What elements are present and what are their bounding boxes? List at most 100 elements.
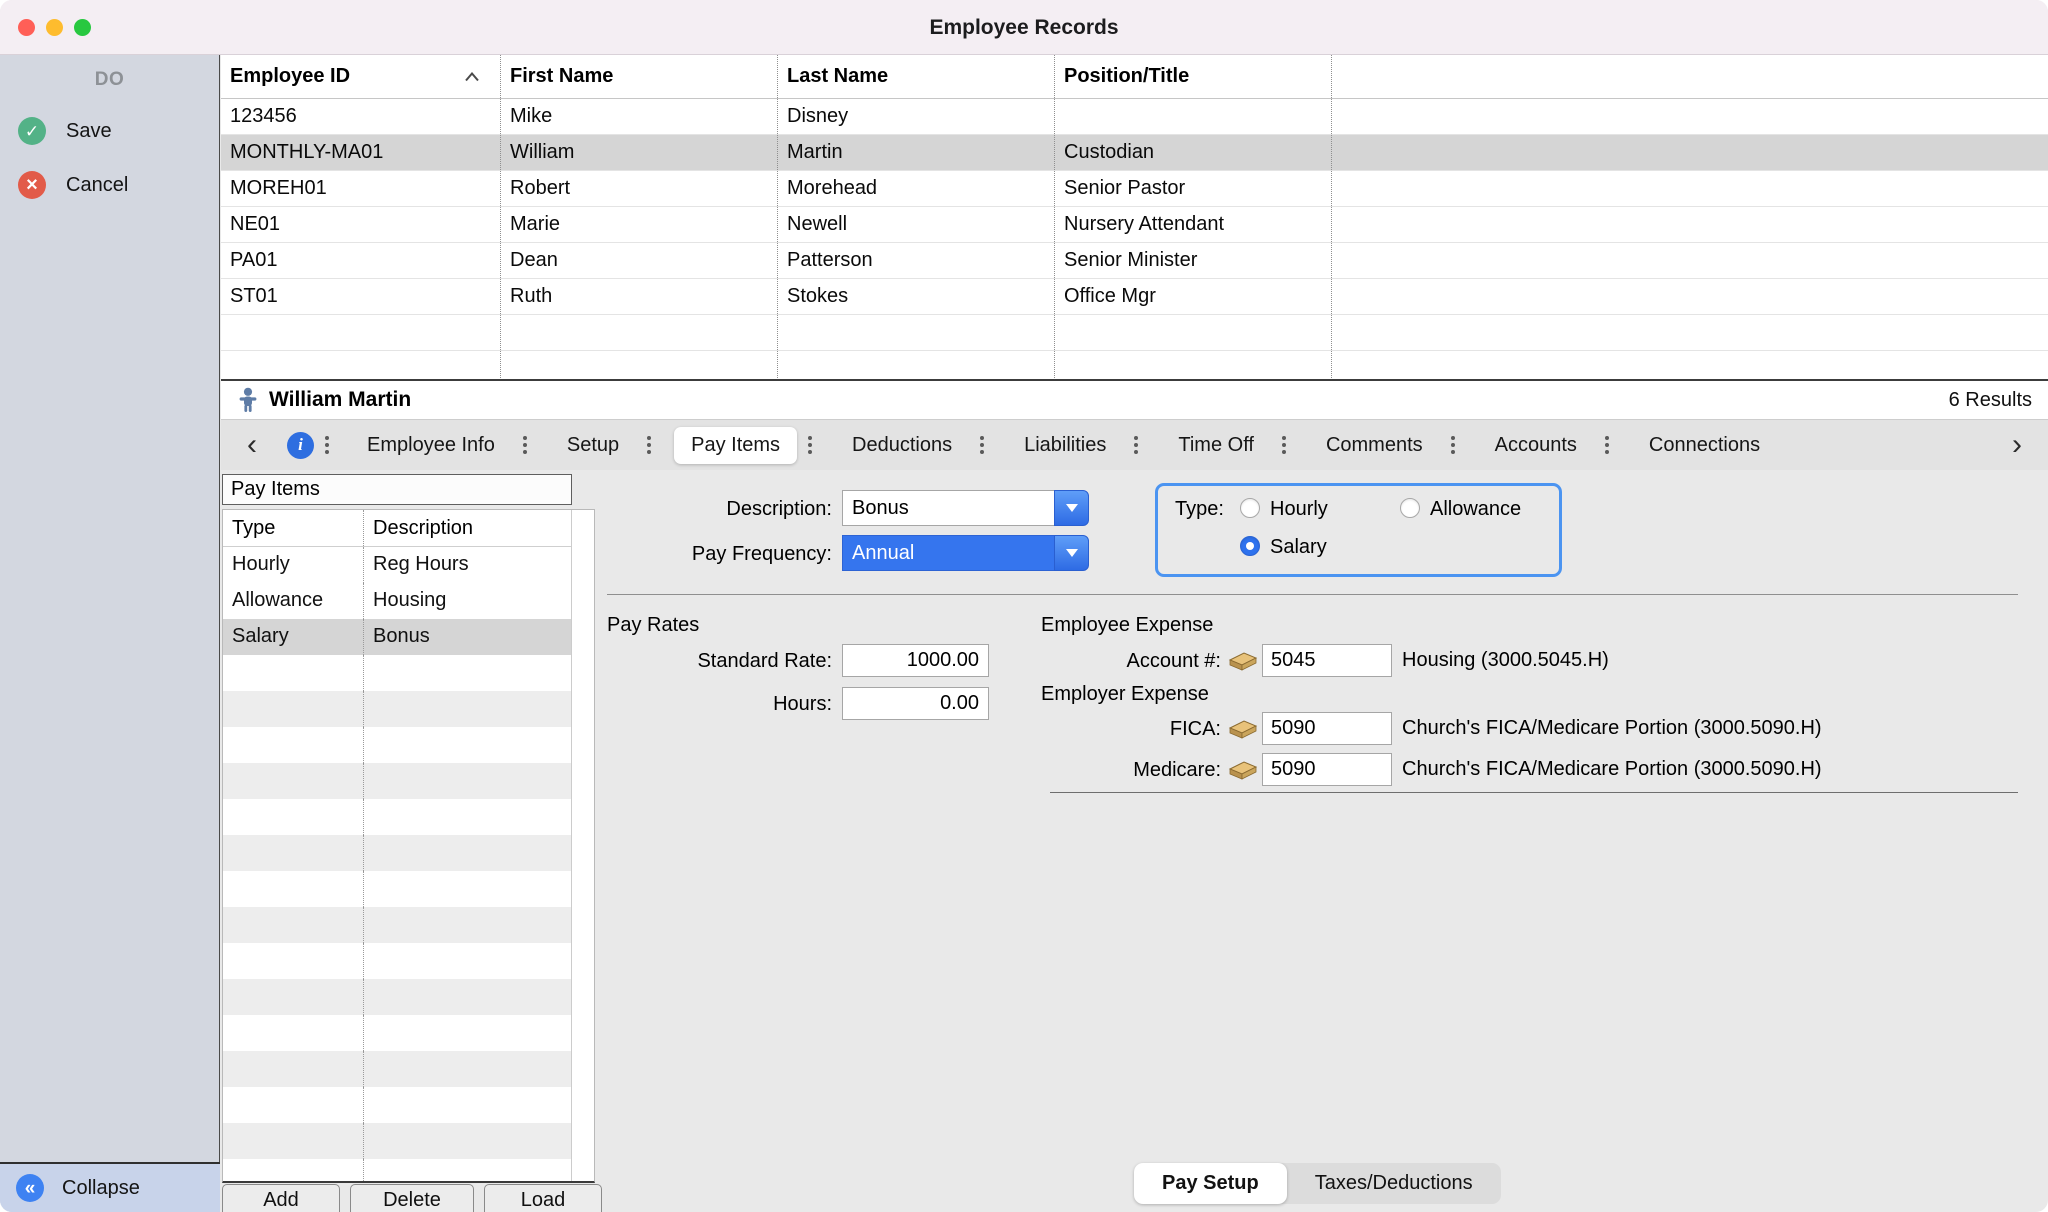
column-header-type[interactable]: Type (223, 510, 364, 546)
pay-items-scrollbar[interactable] (571, 510, 594, 1182)
pay-item-description-cell[interactable]: Housing (364, 583, 572, 619)
employee-cell[interactable]: Martin (778, 135, 1055, 170)
tab-deductions[interactable]: Deductions (835, 427, 995, 464)
delete-button[interactable]: Delete (350, 1184, 474, 1212)
column-header-last-name[interactable]: Last Name (778, 55, 1055, 98)
tab-comments[interactable]: Comments (1309, 427, 1466, 464)
standard-rate-input[interactable]: 1000.00 (842, 644, 989, 677)
employee-cell[interactable]: 123456 (221, 99, 501, 134)
tab-label[interactable]: Deductions (835, 427, 969, 464)
radio-salary[interactable] (1240, 536, 1260, 556)
tab-overflow-icon[interactable] (636, 443, 662, 447)
pay-frequency-combobox[interactable]: Annual (842, 535, 1055, 571)
tab-label[interactable]: Comments (1309, 427, 1440, 464)
save-button[interactable]: ✓ Save (0, 117, 219, 145)
employee-cell[interactable]: MOREH01 (221, 171, 501, 206)
tab-overflow-icon[interactable] (1440, 443, 1466, 447)
employee-cell[interactable]: MONTHLY-MA01 (221, 135, 501, 170)
employee-cell[interactable]: Senior Minister (1055, 243, 1332, 278)
column-header-position-title[interactable]: Position/Title (1055, 55, 1332, 98)
radio-allowance-label[interactable]: Allowance (1430, 494, 1521, 524)
employee-cell[interactable]: ST01 (221, 279, 501, 314)
tab-overflow-icon[interactable] (314, 443, 340, 447)
employee-cell[interactable]: Mike (501, 99, 778, 134)
radio-salary-label[interactable]: Salary (1270, 532, 1327, 562)
employee-cell[interactable]: Patterson (778, 243, 1055, 278)
description-combobox[interactable]: Bonus (842, 490, 1055, 526)
employee-row[interactable]: PA01DeanPattersonSenior Minister (221, 243, 2048, 279)
fica-lookup-icon[interactable] (1228, 718, 1258, 742)
employee-row[interactable]: 123456MikeDisney (221, 99, 2048, 135)
info-icon[interactable]: i (287, 432, 314, 459)
employee-cell[interactable]: Stokes (778, 279, 1055, 314)
description-combo-button[interactable] (1054, 490, 1089, 526)
employee-cell[interactable]: Nursery Attendant (1055, 207, 1332, 242)
radio-hourly[interactable] (1240, 498, 1260, 518)
radio-allowance[interactable] (1400, 498, 1420, 518)
employee-cell[interactable] (1332, 99, 2048, 134)
employee-cell[interactable]: PA01 (221, 243, 501, 278)
tab-label[interactable]: Accounts (1478, 427, 1594, 464)
employee-cell[interactable]: Newell (778, 207, 1055, 242)
tab-overflow-icon[interactable] (1594, 443, 1620, 447)
employee-cell[interactable]: Marie (501, 207, 778, 242)
pay-frequency-combo-button[interactable] (1054, 535, 1089, 571)
pay-item-row[interactable]: SalaryBonus (223, 619, 594, 655)
tab-label[interactable]: Pay Items (674, 427, 797, 464)
employee-cell[interactable]: NE01 (221, 207, 501, 242)
employee-cell[interactable] (1332, 207, 2048, 242)
account-lookup-icon[interactable] (1228, 650, 1258, 674)
tab-connections[interactable]: Connections (1632, 427, 1777, 464)
employee-cell[interactable]: Senior Pastor (1055, 171, 1332, 206)
tab-label[interactable]: Connections (1632, 427, 1777, 464)
add-button[interactable]: Add (222, 1184, 340, 1212)
employee-cell[interactable]: William (501, 135, 778, 170)
tab-taxes-deductions[interactable]: Taxes/Deductions (1287, 1163, 1501, 1204)
pay-item-row[interactable]: AllowanceHousing (223, 583, 594, 619)
tab-time-off[interactable]: Time Off (1161, 427, 1297, 464)
employee-cell[interactable]: Robert (501, 171, 778, 206)
scroll-tabs-left-icon[interactable]: ‹ (239, 420, 265, 470)
medicare-lookup-icon[interactable] (1228, 759, 1258, 783)
employee-cell[interactable]: Custodian (1055, 135, 1332, 170)
load-button[interactable]: Load (484, 1184, 602, 1212)
account-number-input[interactable]: 5045 (1262, 644, 1392, 677)
tab-info[interactable]: i (287, 432, 340, 459)
employee-cell[interactable] (1055, 99, 1332, 134)
employee-row[interactable]: ST01RuthStokesOffice Mgr (221, 279, 2048, 315)
fica-input[interactable]: 5090 (1262, 712, 1392, 745)
tab-accounts[interactable]: Accounts (1478, 427, 1620, 464)
scroll-tabs-right-icon[interactable]: › (2004, 420, 2030, 470)
tab-overflow-icon[interactable] (797, 443, 823, 447)
tab-label[interactable]: Employee Info (350, 427, 512, 464)
tab-employee-info[interactable]: Employee Info (350, 427, 538, 464)
pay-item-type-cell[interactable]: Hourly (223, 547, 364, 583)
tab-pay-setup[interactable]: Pay Setup (1134, 1163, 1287, 1204)
employee-row[interactable]: MONTHLY-MA01WilliamMartinCustodian (221, 135, 2048, 171)
employee-cell[interactable] (1332, 279, 2048, 314)
tab-pay-items[interactable]: Pay Items (674, 427, 823, 464)
tab-label[interactable]: Liabilities (1007, 427, 1123, 464)
employee-cell[interactable]: Ruth (501, 279, 778, 314)
medicare-input[interactable]: 5090 (1262, 753, 1392, 786)
employee-row[interactable]: NE01MarieNewellNursery Attendant (221, 207, 2048, 243)
employee-cell[interactable] (1332, 243, 2048, 278)
column-header-employee-id[interactable]: Employee ID (221, 55, 501, 98)
employee-cell[interactable]: Dean (501, 243, 778, 278)
employee-cell[interactable]: Disney (778, 99, 1055, 134)
employee-row[interactable]: MOREH01RobertMoreheadSenior Pastor (221, 171, 2048, 207)
radio-hourly-label[interactable]: Hourly (1270, 494, 1328, 524)
employee-cell[interactable]: Morehead (778, 171, 1055, 206)
cancel-button[interactable]: × Cancel (0, 171, 219, 199)
employee-cell[interactable] (1332, 135, 2048, 170)
tab-label[interactable]: Setup (550, 427, 636, 464)
tab-overflow-icon[interactable] (1123, 443, 1149, 447)
employee-cell[interactable] (1332, 171, 2048, 206)
tab-setup[interactable]: Setup (550, 427, 662, 464)
tab-label[interactable]: Time Off (1161, 427, 1271, 464)
collapse-button[interactable]: « Collapse (0, 1162, 220, 1212)
tab-overflow-icon[interactable] (512, 443, 538, 447)
tab-overflow-icon[interactable] (969, 443, 995, 447)
pay-item-type-cell[interactable]: Allowance (223, 583, 364, 619)
pay-item-type-cell[interactable]: Salary (223, 619, 364, 655)
